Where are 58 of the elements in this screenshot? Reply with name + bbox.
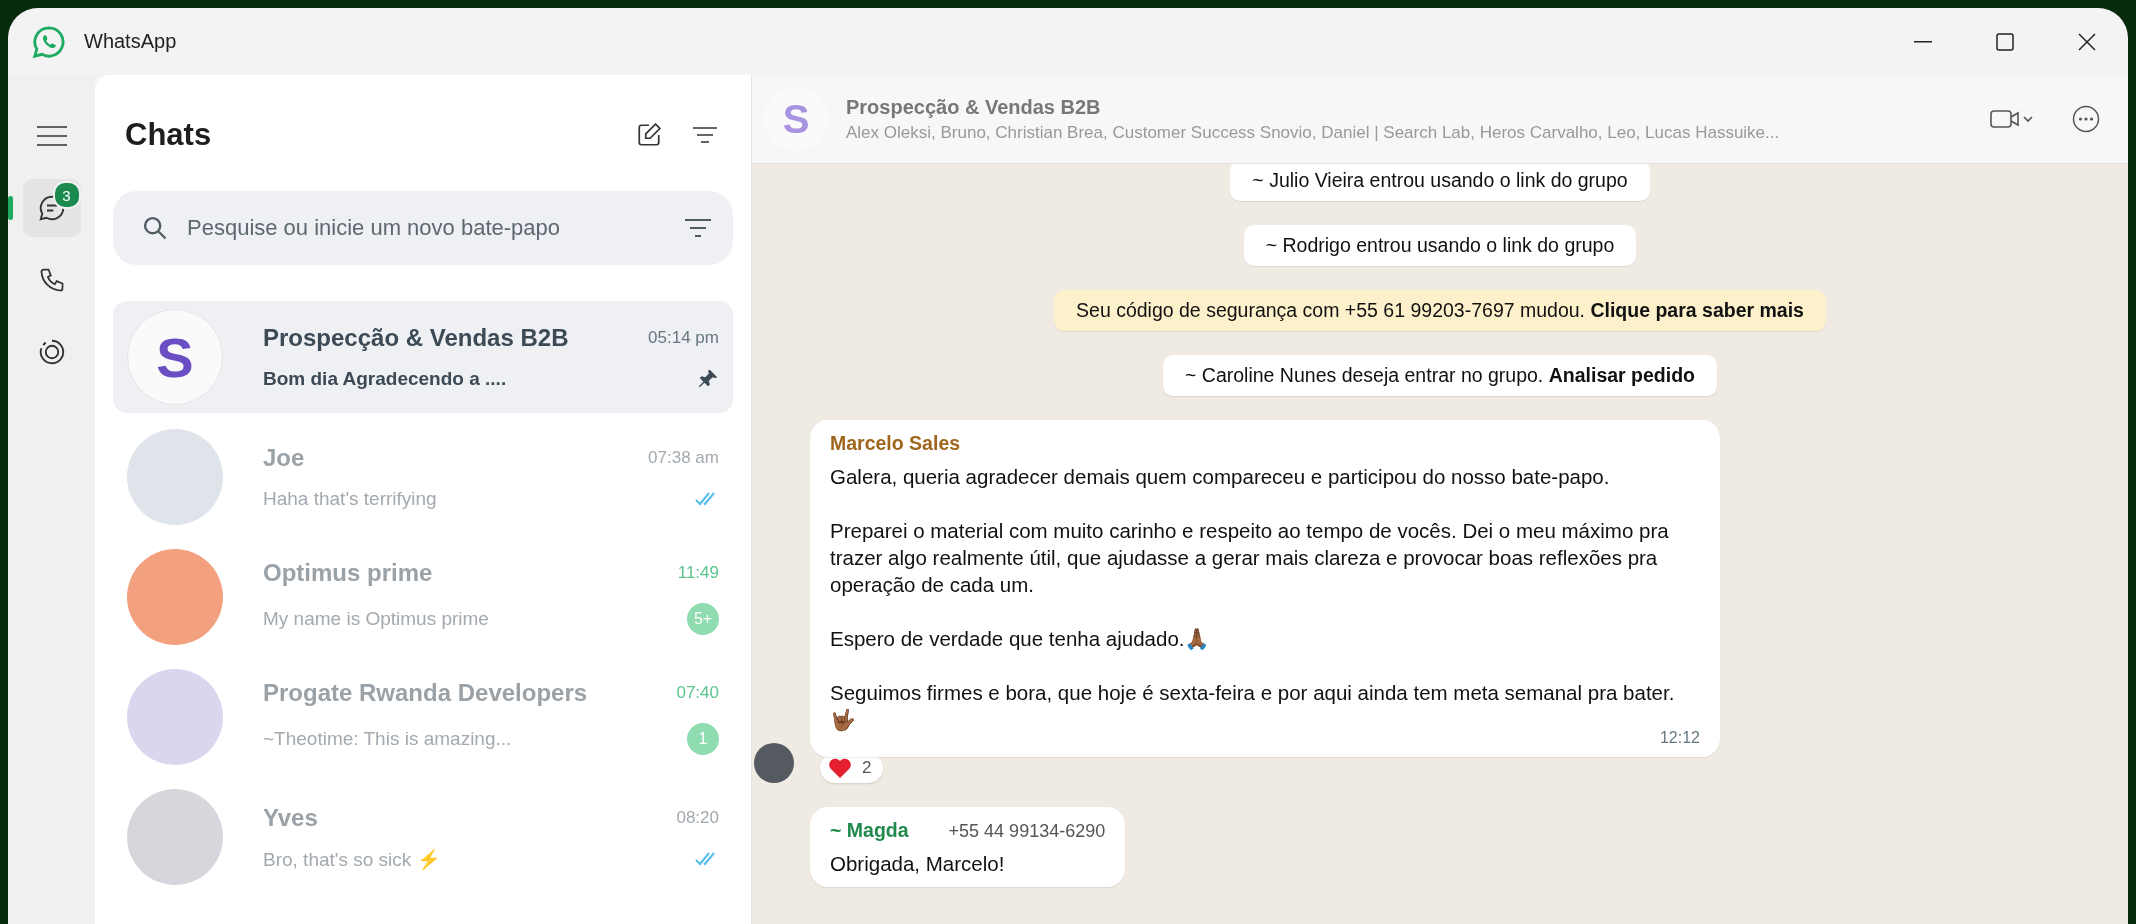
sender-name: ~ Magda <box>830 819 909 842</box>
chat-list-item[interactable]: Progate Rwanda Developers 07:40 ~Theotime: This is amazing... 1 <box>113 661 733 773</box>
message-text: Espero de verdade que tenha ajudado.🙏🏾 <box>830 626 1212 652</box>
menu-icon <box>36 125 67 147</box>
filter-icon <box>693 126 717 144</box>
window-title: WhatsApp <box>84 30 177 53</box>
chat-time: 07:38 am <box>648 448 719 468</box>
chat-time: 08:20 <box>676 807 719 828</box>
message-time: 12:12 <box>1658 729 1700 747</box>
compose-icon <box>636 122 662 148</box>
chat-name: Progate Rwanda Developers <box>263 679 588 707</box>
more-options-icon <box>2072 105 2100 133</box>
chat-list-item[interactable]: Optimus prime 11:49 My name is Optimus prime 5+ <box>113 541 733 653</box>
group-avatar: S <box>127 309 223 405</box>
chat-list-item[interactable]: Yves 08:20 Bro, that's so sick ⚡ <box>113 781 733 893</box>
filter-icon <box>685 218 711 238</box>
video-camera-icon <box>1990 108 2034 130</box>
notice-link[interactable]: Analisar pedido <box>1548 364 1695 386</box>
chat-list-item[interactable]: S Prospecção & Vendas B2B 05:14 pm Bom dia Agradecendo a .... <box>113 301 733 413</box>
message-text: Galera, queria agradecer demais quem compareceu e participou do nosso bate-papo. <box>830 464 1611 490</box>
chat-time: 07:40 <box>676 683 719 703</box>
message-preview: Bro, that's so sick ⚡ <box>263 847 441 871</box>
heart-icon <box>828 757 852 779</box>
search-field[interactable]: Pesquise ou inicie um novo bate-papo <box>113 191 733 265</box>
message-preview: ~Theotime: This is amazing... <box>263 728 512 750</box>
close-icon <box>2078 32 2096 51</box>
chat-name: Yves <box>263 803 318 832</box>
chat-time: 05:14 pm <box>648 328 719 348</box>
unread-badge: 5+ <box>687 603 719 635</box>
panel-title: Chats <box>125 117 212 153</box>
notice-link[interactable]: Clique para saber mais <box>1590 299 1804 321</box>
chat-name: Optimus prime <box>263 559 433 587</box>
sender-phone: +55 44 99134-6290 <box>948 821 1106 842</box>
member-list: Alex Oleksi, Bruno, Christian Brea, Customer Success Snovio, Daniel | Search Lab, Heros Carvalho, Leo, Lucas Hassuike... <box>846 122 1962 143</box>
search-icon <box>141 214 169 242</box>
notice-text: ~ Rodrigo entrou usando o link do grupo <box>1265 234 1615 256</box>
maximize-icon <box>1996 32 2014 51</box>
chat-logo-icon <box>32 24 66 59</box>
message-text: Preparei o material com muito carinho e respeito ao tempo de vocês. Dei o meu máximo pra trazer algo realmente útil, que ajudasse a gerar mais clareza e provocar boas reflexões pra operação de cada um. <box>830 518 1670 598</box>
chat-name: Joe <box>263 444 305 472</box>
notice-text: ~ Caroline Nunes deseja entrar no grupo. <box>1185 364 1544 386</box>
notice-text: Seu código de segurança com +55 61 99203-7697 mudou. <box>1076 299 1586 321</box>
unread-badge: 3 <box>52 181 81 209</box>
message-preview: Haha that's terrifying <box>263 488 437 510</box>
chat-list-item[interactable]: Joe 07:38 am Haha that's terrifying <box>113 421 733 533</box>
notice-text: ~ Julio Vieira entrou usando o link do grupo <box>1252 169 1628 191</box>
reaction-count: 2 <box>862 758 872 778</box>
minimize-icon <box>1914 40 1932 43</box>
sender-name: Marcelo Sales <box>830 432 961 455</box>
chat-name: Prospecção & Vendas B2B <box>263 324 569 352</box>
chat-time: 11:49 <box>677 563 719 583</box>
group-name: Prospecção & Vendas B2B <box>846 95 1102 119</box>
message-text: Seguimos firmes e bora, que hoje é sexta-feira e por aqui ainda tem meta semanal pra bater. 🤟🏾 <box>830 680 1675 732</box>
message-preview: My name is Optimus prime <box>263 608 489 630</box>
message-preview: Bom dia Agradecendo a .... <box>263 368 507 390</box>
message-text: Obrigada, Marcelo! <box>830 851 1006 877</box>
avatar-placeholder <box>754 743 794 783</box>
unread-badge: 1 <box>687 723 719 755</box>
